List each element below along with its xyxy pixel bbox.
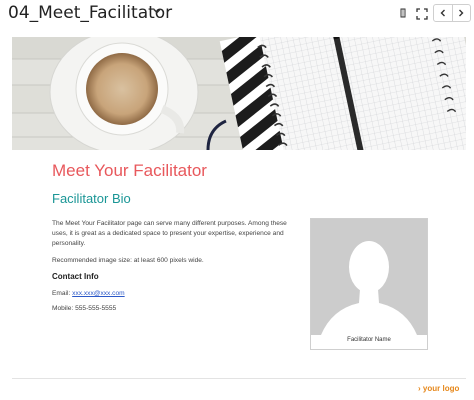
mobile-number: Mobile: 555-555-5555 [52, 305, 117, 312]
image-size-note: Recommended image size: at least 600 pix… [52, 257, 204, 264]
next-page-button[interactable] [451, 5, 471, 21]
email-label: Email: [52, 290, 73, 297]
page-title[interactable]: 04_Meet_Facilitator [8, 3, 172, 23]
chevron-right-icon [459, 9, 464, 17]
bio-subheading: Facilitator Bio [52, 191, 131, 206]
coffee-notebook-photo [12, 37, 466, 150]
intro-paragraph: The Meet Your Facilitator page can serve… [52, 220, 287, 247]
person-silhouette-icon [321, 241, 417, 335]
footer-divider [12, 378, 466, 379]
top-toolbar: 04_Meet_Facilitator [0, 0, 474, 28]
expand-icon[interactable] [414, 6, 430, 22]
page-navigation [433, 4, 471, 22]
chevron-left-icon [440, 9, 445, 17]
hero-banner-image [12, 37, 466, 150]
avatar [311, 219, 427, 335]
chevron-down-icon[interactable] [152, 6, 162, 16]
email-link[interactable]: xxx.xxx@xxx.com [72, 290, 125, 297]
bookmark-icon[interactable] [395, 6, 411, 22]
email-row: Email: xxx.xxx@xxx.com [52, 290, 125, 297]
contact-heading: Contact Info [52, 272, 99, 281]
logo-text: your logo [422, 384, 460, 393]
page-heading: Meet Your Facilitator [52, 161, 207, 180]
footer-logo: › your logo [418, 384, 459, 393]
photo-caption: Facilitator Name [347, 337, 391, 343]
facilitator-photo-card: Facilitator Name [310, 218, 428, 350]
chevron-right-icon: › [418, 384, 421, 393]
previous-page-button[interactable] [434, 5, 452, 21]
